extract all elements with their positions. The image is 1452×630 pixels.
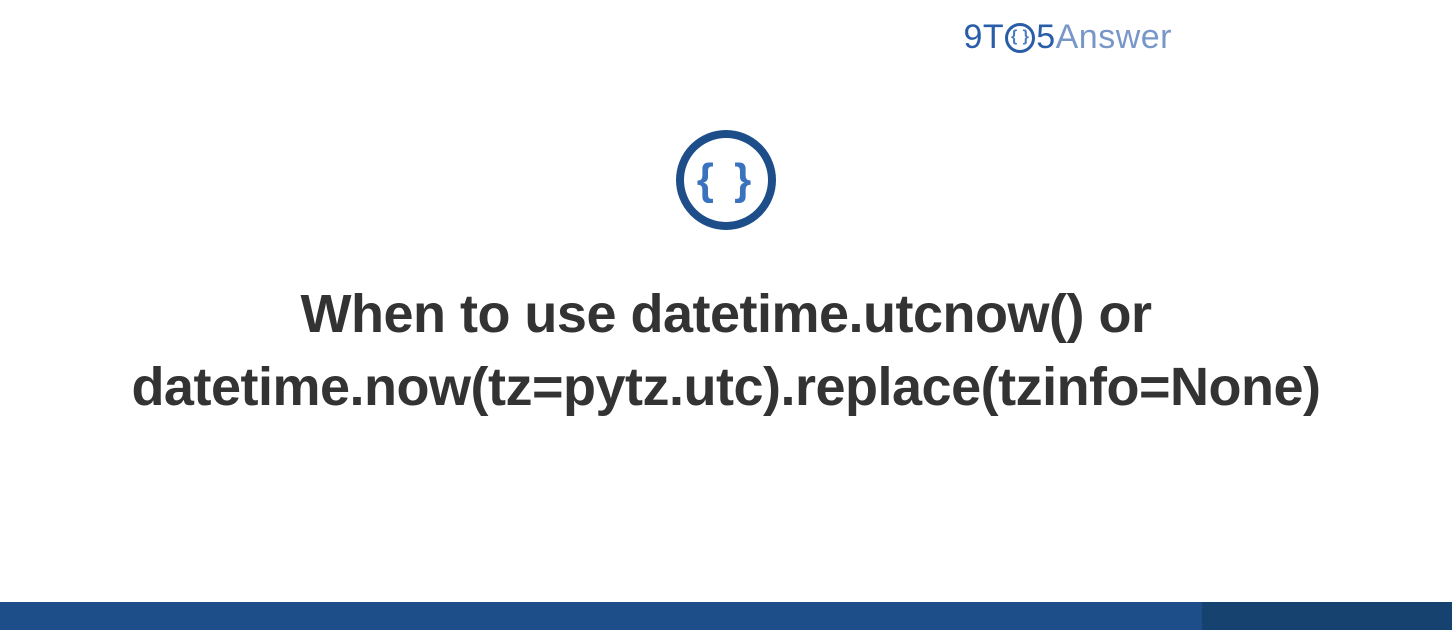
logo-part-9t: 9T [964, 18, 1005, 57]
footer-bar [0, 602, 1452, 630]
logo-part-5: 5 [1036, 18, 1055, 57]
logo-text: 9T { } 5 Answer [964, 18, 1172, 57]
page-container: 9T { } 5 Answer { } When to use datetime… [0, 0, 1452, 630]
center-icon-container: { } [676, 130, 776, 230]
question-title: When to use datetime.utcnow() or datetim… [0, 278, 1452, 424]
title-block: When to use datetime.utcnow() or datetim… [0, 278, 1452, 424]
logo-part-answer: Answer [1056, 18, 1172, 57]
braces-icon: { } [676, 130, 776, 230]
site-logo: 9T { } 5 Answer [964, 18, 1172, 57]
braces-icon-small: { } [1005, 23, 1035, 53]
